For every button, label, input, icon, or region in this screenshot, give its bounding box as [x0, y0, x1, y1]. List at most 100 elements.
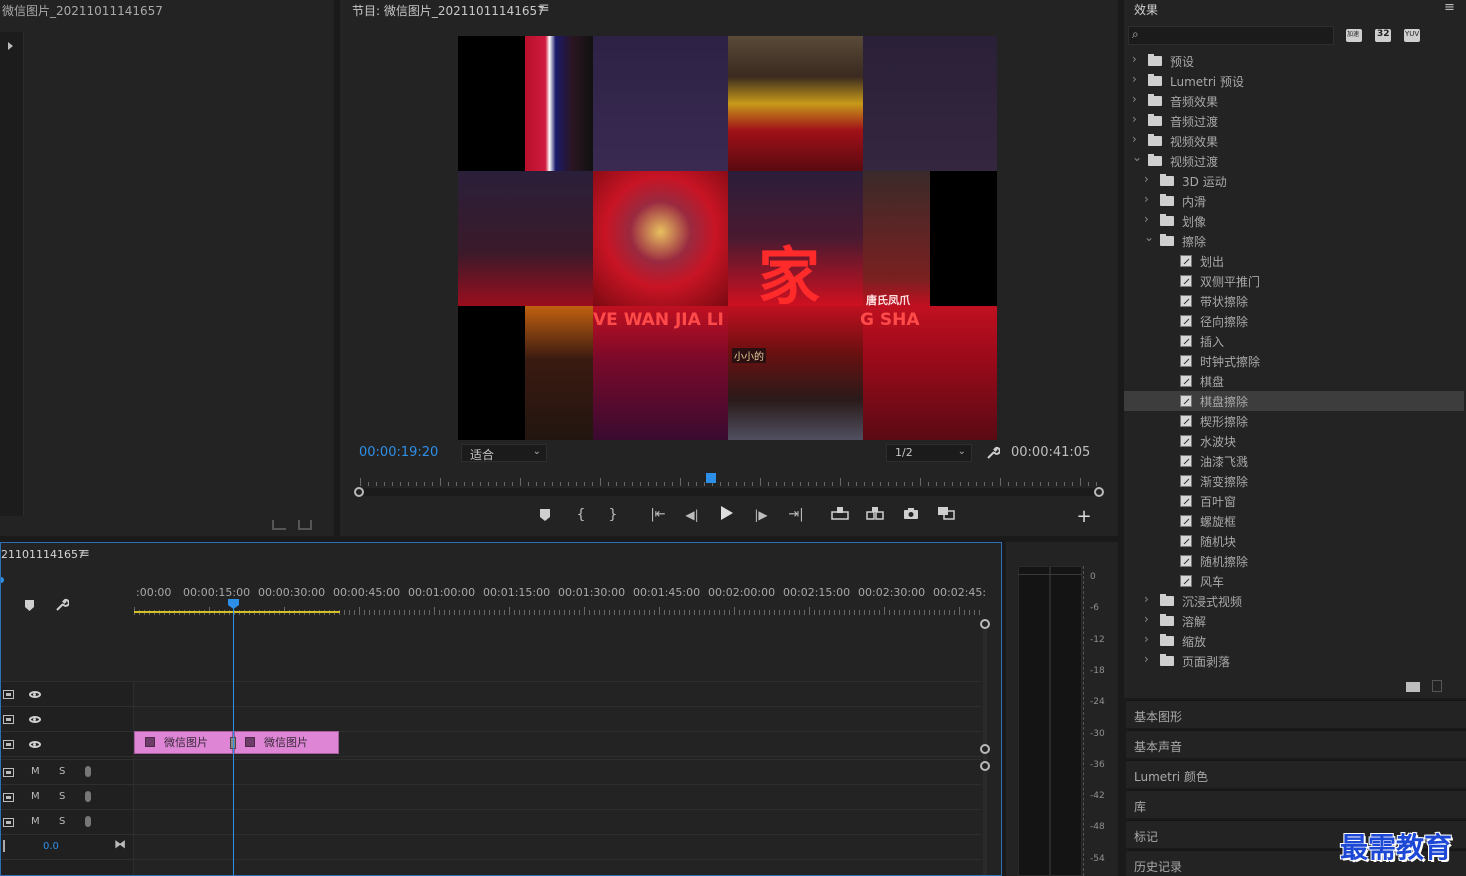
solo-button[interactable]: S: [59, 816, 65, 827]
effects-folder-item[interactable]: › 缩放: [1124, 631, 1464, 651]
sequence-menu-icon[interactable]: ≡: [79, 546, 90, 561]
program-scrubber[interactable]: [354, 472, 1104, 500]
effects-folder-item[interactable]: › 内滑: [1124, 191, 1464, 211]
chevron-right-icon[interactable]: ›: [1144, 212, 1149, 226]
effects-transition-item[interactable]: 螺旋框: [1124, 511, 1464, 531]
panel-tab-collapsed[interactable]: 库: [1126, 790, 1466, 818]
master-volume-value[interactable]: 0.0: [43, 841, 59, 852]
scroll-handle-top[interactable]: [980, 619, 990, 629]
mic-icon[interactable]: [85, 766, 91, 777]
yuv-filter-button[interactable]: YUV: [1404, 29, 1420, 42]
master-expand-icon[interactable]: ⧓: [114, 837, 126, 851]
add-marker-icon[interactable]: [25, 600, 34, 614]
speaker-icon[interactable]: [3, 818, 14, 827]
insert-icon[interactable]: [272, 520, 286, 530]
program-monitor-title[interactable]: 节目: 微信图片_20211011141657: [352, 2, 545, 19]
effects-transition-item[interactable]: 随机擦除: [1124, 551, 1464, 571]
chevron-right-icon[interactable]: ›: [1144, 592, 1149, 606]
search-input[interactable]: [1147, 28, 1329, 43]
chevron-right-icon[interactable]: ›: [1132, 72, 1137, 86]
effects-transition-item[interactable]: 棋盘擦除: [1124, 391, 1464, 411]
effects-transition-item[interactable]: 渐变擦除: [1124, 471, 1464, 491]
eye-icon[interactable]: [29, 691, 41, 698]
effects-transition-item[interactable]: 油漆飞溅: [1124, 451, 1464, 471]
effects-transition-item[interactable]: 楔形擦除: [1124, 411, 1464, 431]
effects-folder-item[interactable]: › 视频效果: [1124, 131, 1464, 151]
timeline-settings-wrench-icon[interactable]: [55, 598, 70, 615]
add-button-icon[interactable]: +: [1076, 508, 1092, 526]
effects-folder-item[interactable]: › 音频效果: [1124, 91, 1464, 111]
lift-icon[interactable]: [830, 506, 850, 525]
effects-title[interactable]: 效果: [1134, 1, 1158, 18]
effects-transition-item[interactable]: 棋盘: [1124, 371, 1464, 391]
effects-search-field[interactable]: ⌕: [1128, 26, 1334, 45]
eye-icon[interactable]: [29, 741, 41, 748]
film-icon[interactable]: [3, 690, 14, 699]
film-icon[interactable]: [3, 740, 14, 749]
current-timecode[interactable]: 00:00:19:20: [359, 445, 438, 460]
comparison-view-icon[interactable]: [935, 506, 957, 525]
effects-menu-icon[interactable]: ≡: [1444, 0, 1455, 15]
effects-transition-item[interactable]: 划出: [1124, 251, 1464, 271]
chevron-down-icon[interactable]: ⌄: [1144, 230, 1154, 244]
marker-icon[interactable]: [538, 508, 552, 526]
program-menu-icon[interactable]: ≡: [538, 0, 550, 16]
effects-folder-item[interactable]: › 预设: [1124, 51, 1464, 71]
chevron-right-icon[interactable]: ›: [1144, 632, 1149, 646]
film-icon[interactable]: [3, 715, 14, 724]
work-area-bar[interactable]: [134, 611, 340, 613]
solo-button[interactable]: S: [59, 791, 65, 802]
effects-transition-item[interactable]: 插入: [1124, 331, 1464, 351]
chevron-right-icon[interactable]: ›: [1132, 52, 1137, 66]
export-frame-icon[interactable]: [902, 506, 920, 524]
effects-folder-item[interactable]: › 3D 运动: [1124, 171, 1464, 191]
scroll-handle-audio[interactable]: [980, 761, 990, 771]
effects-folder-item[interactable]: › 溶解: [1124, 611, 1464, 631]
panel-tab-collapsed[interactable]: 基本声音: [1126, 730, 1466, 758]
effects-transition-item[interactable]: 径向擦除: [1124, 311, 1464, 331]
32bit-filter-button[interactable]: 32: [1375, 29, 1391, 42]
mute-button[interactable]: M: [31, 791, 40, 802]
time-ruler[interactable]: :00:00 00:00:15:00 00:00:30:00 00:00:45:00 0…: [134, 581, 986, 615]
mute-button[interactable]: M: [31, 816, 40, 827]
solo-button[interactable]: S: [59, 766, 65, 777]
eye-icon[interactable]: [29, 716, 41, 723]
effects-folder-item[interactable]: › 划像: [1124, 211, 1464, 231]
step-back-icon[interactable]: ◀|: [683, 506, 701, 524]
effects-folder-item[interactable]: ⌄ 视频过渡: [1124, 150, 1464, 171]
program-playhead[interactable]: [706, 473, 716, 483]
overwrite-icon[interactable]: [298, 520, 312, 530]
effects-folder-item[interactable]: › 音频过渡: [1124, 111, 1464, 131]
speaker-icon[interactable]: [3, 793, 14, 802]
clip-2[interactable]: 微信图片_2021: [234, 731, 339, 754]
resolution-dropdown[interactable]: 1/2 ⌄: [886, 444, 972, 462]
delete-icon[interactable]: [1432, 680, 1442, 692]
clip-1[interactable]: 微信图片_202: [134, 731, 233, 754]
effects-transition-item[interactable]: 时钟式擦除: [1124, 351, 1464, 371]
panel-tab-collapsed[interactable]: Lumetri 颜色: [1126, 760, 1466, 788]
extract-icon[interactable]: [865, 506, 885, 525]
mic-icon[interactable]: [85, 791, 91, 802]
new-bin-icon[interactable]: [1406, 682, 1420, 692]
scroll-handle-mid[interactable]: [980, 744, 990, 754]
effects-folder-item[interactable]: › 页面剥落: [1124, 651, 1464, 671]
effects-transition-item[interactable]: 百叶窗: [1124, 491, 1464, 511]
expand-arrow-icon[interactable]: [8, 42, 13, 50]
effects-transition-item[interactable]: 随机块: [1124, 531, 1464, 551]
mark-in-icon[interactable]: {: [574, 506, 588, 524]
effects-folder-item[interactable]: › 沉浸式视频: [1124, 591, 1464, 611]
snap-dot[interactable]: [1, 577, 4, 583]
effects-transition-item[interactable]: 风车: [1124, 571, 1464, 591]
wrench-icon[interactable]: [986, 446, 1001, 460]
chevron-right-icon[interactable]: ›: [1144, 612, 1149, 626]
sequence-tab[interactable]: 211011141657: [1, 548, 85, 561]
mute-button[interactable]: M: [31, 766, 40, 777]
effects-folder-item[interactable]: › Lumetri 预设: [1124, 71, 1464, 91]
effects-transition-item[interactable]: 带状擦除: [1124, 291, 1464, 311]
effects-transition-item[interactable]: 水波块: [1124, 431, 1464, 451]
go-to-in-icon[interactable]: |⇤: [648, 506, 668, 524]
go-to-out-icon[interactable]: ⇥|: [786, 506, 806, 524]
speaker-icon[interactable]: [3, 768, 14, 777]
fit-dropdown[interactable]: 适合 ⌄: [461, 444, 547, 462]
chevron-down-icon[interactable]: ⌄: [1132, 150, 1142, 164]
